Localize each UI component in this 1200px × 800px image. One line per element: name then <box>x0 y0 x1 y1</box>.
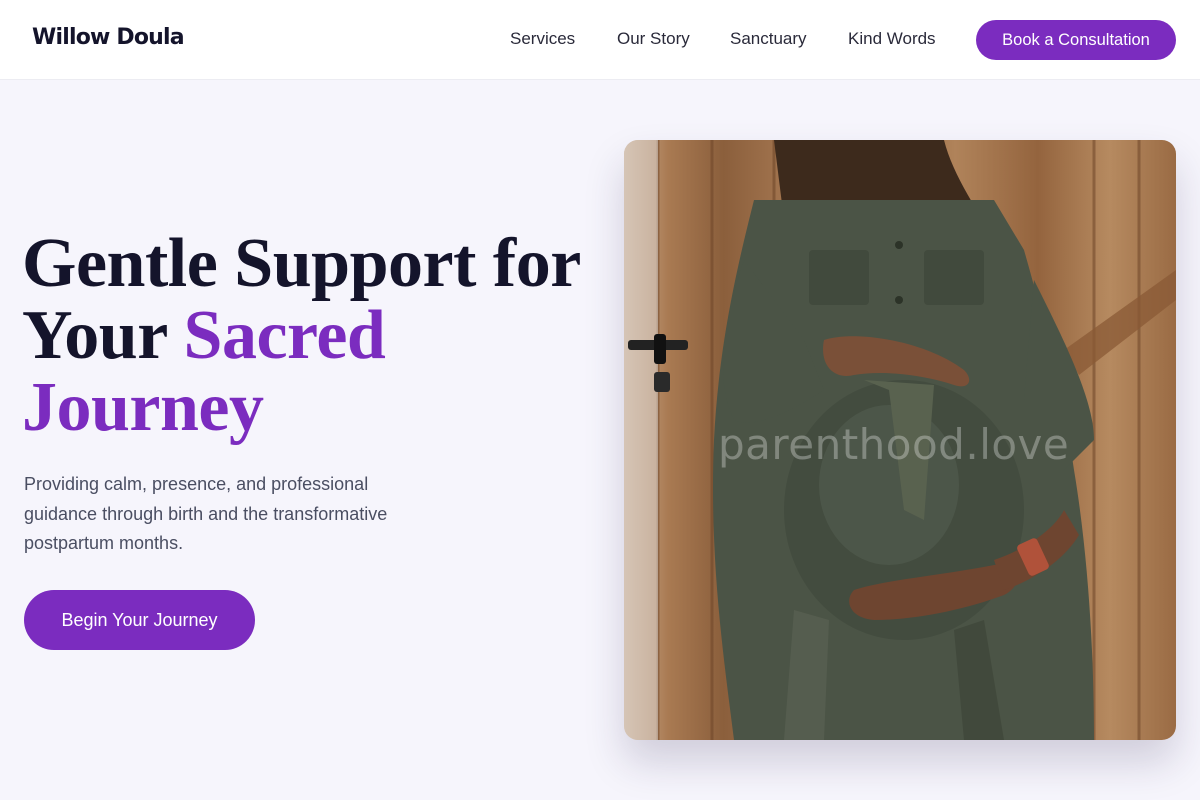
site-logo[interactable]: Willow Doula <box>32 25 185 50</box>
hero-title-accent-journey: Journey <box>22 369 264 446</box>
hero-photo: parenthood.love <box>624 140 1176 740</box>
nav-link-services[interactable]: Services <box>510 29 575 49</box>
watermark-text: parenthood.love <box>718 420 1070 469</box>
nav-link-kind-words[interactable]: Kind Words <box>848 29 936 49</box>
hero-title-line1: Gentle Support for <box>22 225 581 302</box>
nav-link-sanctuary[interactable]: Sanctuary <box>730 29 807 49</box>
begin-journey-button[interactable]: Begin Your Journey <box>24 590 255 650</box>
hero-subtitle: Providing calm, presence, and profession… <box>24 474 388 553</box>
hero-title: Gentle Support for Your Sacred Journey <box>22 228 602 444</box>
nav-link-our-story[interactable]: Our Story <box>617 29 690 49</box>
top-nav: Willow Doula Services Our Story Sanctuar… <box>0 0 1200 80</box>
hero-title-line2a: Your <box>22 297 184 374</box>
hero-title-accent-sacred: Sacred <box>183 297 386 374</box>
book-consultation-button[interactable]: Book a Consultation <box>976 20 1176 60</box>
